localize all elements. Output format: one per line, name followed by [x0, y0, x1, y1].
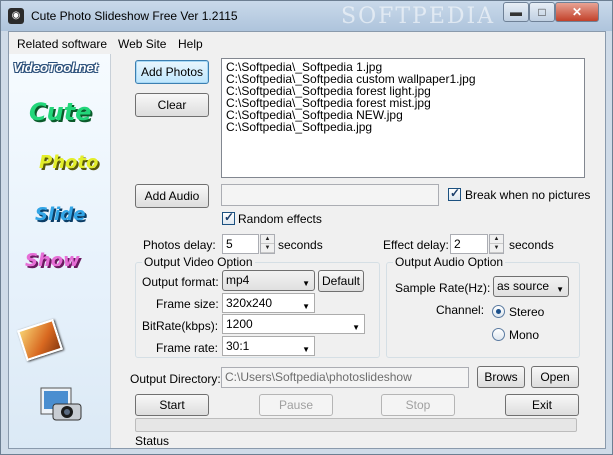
window-title: Cute Photo Slideshow Free Ver 1.2115	[31, 9, 238, 23]
sample-rate-select[interactable]: as source ▼	[493, 276, 569, 297]
output-format-label: Output format:	[142, 275, 219, 289]
stereo-label: Stereo	[509, 305, 545, 319]
spin-up-icon[interactable]: ▲	[261, 235, 274, 244]
effect-delay-unit: seconds	[509, 238, 554, 252]
output-directory-label: Output Directory:	[130, 372, 221, 386]
chevron-down-icon: ▼	[352, 323, 360, 332]
photos-delay-label: Photos delay:	[143, 238, 216, 252]
channel-label: Channel:	[436, 303, 485, 317]
start-button[interactable]: Start	[135, 394, 209, 416]
bitrate-value: 1200	[226, 317, 253, 331]
chevron-down-icon: ▼	[302, 302, 310, 311]
status-text: Status	[135, 434, 170, 448]
app-window: ◉ Cute Photo Slideshow Free Ver 1.2115 S…	[0, 0, 613, 455]
client-area: Related software Web Site Help VideoTool…	[8, 31, 606, 449]
menu-bar: Related software Web Site Help	[9, 34, 605, 54]
output-video-title: Output Video Option	[142, 255, 255, 269]
radio-selected-icon	[496, 309, 501, 314]
videotool-logo[interactable]: VideoTool.net	[13, 60, 98, 75]
frame-size-value: 320x240	[226, 296, 273, 310]
pause-button[interactable]: Pause	[259, 394, 333, 416]
photos-icon	[16, 318, 64, 362]
slide-text: Slide	[35, 204, 86, 225]
cute-text: Cute	[29, 98, 92, 126]
spin-down-icon[interactable]: ▼	[261, 244, 274, 253]
output-audio-title: Output Audio Option	[393, 255, 506, 269]
brows-button[interactable]: Brows	[477, 366, 525, 388]
photos-delay-input[interactable]: 5	[222, 234, 259, 254]
chevron-down-icon: ▼	[302, 279, 310, 288]
stop-button[interactable]: Stop	[381, 394, 455, 416]
sample-rate-value: as source	[497, 279, 550, 293]
show-text: Show	[25, 250, 80, 271]
photos-delay-unit: seconds	[278, 238, 323, 252]
effect-delay-stepper[interactable]: ▲ ▼	[489, 234, 504, 254]
chevron-down-icon: ▼	[556, 285, 564, 294]
effect-delay-label: Effect delay:	[383, 238, 449, 252]
bitrate-select[interactable]: 1200 ▼	[222, 314, 365, 334]
menu-related-software[interactable]: Related software	[17, 37, 107, 51]
output-format-value: mp4	[226, 273, 250, 287]
frame-size-select[interactable]: 320x240 ▼	[222, 293, 315, 313]
chevron-down-icon: ▼	[302, 345, 310, 354]
frame-rate-value: 30:1	[226, 339, 250, 353]
effect-delay-input[interactable]: 2	[450, 234, 488, 254]
stereo-radio[interactable]	[492, 305, 505, 318]
spin-down-icon[interactable]: ▼	[490, 244, 503, 253]
bitrate-label: BitRate(kbps):	[142, 319, 219, 333]
random-effects-checkbox[interactable]: ✓	[222, 210, 235, 225]
title-bar[interactable]: ◉ Cute Photo Slideshow Free Ver 1.2115 S…	[1, 1, 612, 31]
add-audio-button[interactable]: Add Audio	[135, 184, 209, 208]
frame-rate-label: Frame rate:	[156, 341, 219, 355]
branding-sidebar: VideoTool.net Cute Photo Slide Show	[9, 54, 111, 448]
mono-radio[interactable]	[492, 328, 505, 341]
app-icon[interactable]: ◉	[8, 8, 24, 24]
break-no-pictures-checkbox[interactable]: ✓	[448, 186, 461, 201]
open-button[interactable]: Open	[531, 366, 579, 388]
sample-rate-label: Sample Rate(Hz):	[395, 281, 491, 295]
default-button[interactable]: Default	[318, 270, 364, 292]
mono-label: Mono	[509, 328, 540, 342]
random-effects-label: Random effects	[238, 212, 322, 226]
clear-button[interactable]: Clear	[135, 93, 209, 117]
softpedia-watermark: SOFTPEDIA	[341, 4, 496, 29]
output-format-select[interactable]: mp4 ▼	[222, 270, 315, 291]
exit-button[interactable]: Exit	[505, 394, 579, 416]
close-button[interactable]: ✕	[555, 2, 599, 22]
output-directory-field[interactable]: C:\Users\Softpedia\photoslideshow	[221, 367, 469, 388]
menu-web-site[interactable]: Web Site	[118, 37, 166, 51]
frame-size-label: Frame size:	[156, 297, 219, 311]
frame-rate-select[interactable]: 30:1 ▼	[222, 336, 315, 356]
menu-help[interactable]: Help	[178, 37, 203, 51]
photo-text: Photo	[39, 152, 99, 173]
camera-icon	[40, 387, 82, 421]
photo-list[interactable]: C:\Softpedia\_Softpedia 1.jpg C:\Softped…	[221, 58, 585, 178]
spin-up-icon[interactable]: ▲	[490, 235, 503, 244]
audio-path-field[interactable]	[221, 184, 439, 206]
add-photos-button[interactable]: Add Photos	[135, 60, 209, 84]
progress-bar	[135, 418, 577, 432]
break-no-pictures-label: Break when no pictures	[465, 188, 591, 202]
photos-delay-stepper[interactable]: ▲ ▼	[260, 234, 275, 254]
list-item[interactable]: C:\Softpedia\_Softpedia.jpg	[226, 121, 580, 133]
minimize-button[interactable]: ▬	[503, 2, 529, 22]
maximize-button[interactable]: □	[529, 2, 555, 22]
